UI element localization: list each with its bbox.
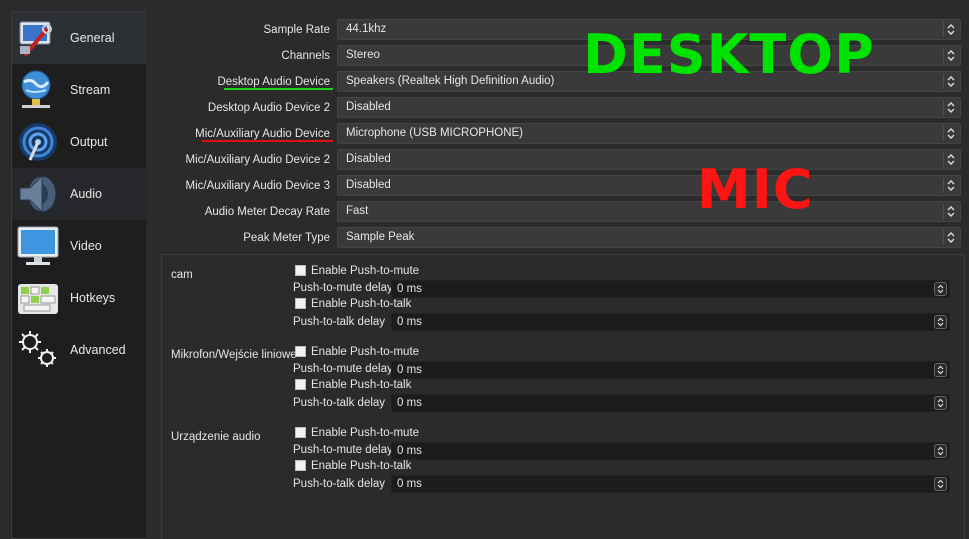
push-to-mute-label: Enable Push-to-mute <box>311 427 420 439</box>
gears-icon <box>16 328 60 372</box>
mic-auxiliary-device-3-label: Mic/Auxiliary Audio Device 3 <box>185 180 330 192</box>
select-value: Disabled <box>346 101 391 113</box>
globe-network-icon <box>16 68 60 112</box>
select-value: Fast <box>346 205 369 217</box>
spin-value: 0 ms <box>397 316 422 328</box>
mic-underline <box>202 140 333 142</box>
push-to-mute-delay-spinbox[interactable]: 0 ms <box>391 442 950 460</box>
spin-arrows-icon[interactable] <box>934 282 947 296</box>
push-to-mute-delay-label: Push-to-mute delay <box>293 444 393 456</box>
push-to-mute-checkbox[interactable] <box>295 265 306 276</box>
push-to-talk-delay-spinbox[interactable]: 0 ms <box>391 475 950 493</box>
updown-arrows-icon <box>943 22 957 37</box>
spin-value: 0 ms <box>397 478 422 490</box>
push-to-talk-label: Enable Push-to-talk <box>311 379 412 391</box>
sidebar-item-label: Stream <box>70 83 111 97</box>
general-settings-icon <box>16 16 60 60</box>
mic-auxiliary-device-2-select[interactable]: Disabled <box>337 149 961 170</box>
updown-arrows-icon <box>943 204 957 219</box>
push-to-mute-checkbox[interactable] <box>295 427 306 438</box>
spin-value: 0 ms <box>397 283 422 295</box>
mic-annotation: MIC <box>697 158 814 221</box>
desktop-underline <box>224 88 333 90</box>
push-to-talk-checkbox[interactable] <box>295 379 306 390</box>
select-value: Speakers (Realtek High Definition Audio) <box>346 75 555 87</box>
peak-meter-type-label: Peak Meter Type <box>243 232 330 244</box>
push-to-talk-delay-label: Push-to-talk delay <box>293 478 386 490</box>
source-name: Urządzenie audio <box>171 431 261 443</box>
sidebar-item-output[interactable]: Output <box>12 116 146 168</box>
push-to-talk-delay-label: Push-to-talk delay <box>293 397 386 409</box>
spin-arrows-icon[interactable] <box>934 396 947 410</box>
audio-meter-decay-rate-label: Audio Meter Decay Rate <box>204 206 330 218</box>
source-name: Mikrofon/Wejście liniowe <box>171 349 297 361</box>
keyboard-icon <box>16 276 60 320</box>
push-to-mute-delay-spinbox[interactable]: 0 ms <box>391 280 950 298</box>
channels-label: Channels <box>281 50 330 62</box>
select-value: Disabled <box>346 179 391 191</box>
desktop-audio-device-2-select[interactable]: Disabled <box>337 97 961 118</box>
select-value: 44.1khz <box>346 23 387 35</box>
sidebar-item-advanced[interactable]: Advanced <box>12 324 146 376</box>
mic-auxiliary-device-label: Mic/Auxiliary Audio Device <box>195 128 330 140</box>
push-to-mute-delay-label: Push-to-mute delay <box>293 282 393 294</box>
sidebar-item-label: Video <box>70 239 102 253</box>
push-to-mute-checkbox[interactable] <box>295 346 306 357</box>
broadcast-antenna-icon <box>16 120 60 164</box>
spin-arrows-icon[interactable] <box>934 363 947 377</box>
spin-value: 0 ms <box>397 397 422 409</box>
sidebar-item-hotkeys[interactable]: Hotkeys <box>12 272 146 324</box>
settings-sidebar: General Stream Output Audio Video Hotkey… <box>11 11 146 539</box>
speaker-icon <box>16 172 60 216</box>
push-to-talk-delay-spinbox[interactable]: 0 ms <box>391 313 950 331</box>
audio-meter-decay-rate-select[interactable]: Fast <box>337 201 961 222</box>
push-to-talk-delay-spinbox[interactable]: 0 ms <box>391 394 950 412</box>
sidebar-item-video[interactable]: Video <box>12 220 146 272</box>
spin-value: 0 ms <box>397 445 422 457</box>
sidebar-item-general[interactable]: General <box>12 12 146 64</box>
push-to-talk-checkbox[interactable] <box>295 460 306 471</box>
select-value: Stereo <box>346 49 380 61</box>
updown-arrows-icon <box>943 152 957 167</box>
updown-arrows-icon <box>943 74 957 89</box>
sample-rate-label: Sample Rate <box>263 24 330 36</box>
spin-arrows-icon[interactable] <box>934 444 947 458</box>
select-value: Disabled <box>346 153 391 165</box>
push-to-mute-label: Enable Push-to-mute <box>311 346 420 358</box>
spin-value: 0 ms <box>397 364 422 376</box>
push-to-talk-checkbox[interactable] <box>295 298 306 309</box>
updown-arrows-icon <box>943 230 957 245</box>
push-to-mute-label: Enable Push-to-mute <box>311 265 420 277</box>
select-value: Microphone (USB MICROPHONE) <box>346 127 524 139</box>
mic-auxiliary-device-select[interactable]: Microphone (USB MICROPHONE) <box>337 123 961 144</box>
spin-arrows-icon[interactable] <box>934 315 947 329</box>
mic-auxiliary-device-2-label: Mic/Auxiliary Audio Device 2 <box>185 154 330 166</box>
updown-arrows-icon <box>943 178 957 193</box>
push-to-talk-label: Enable Push-to-talk <box>311 298 412 310</box>
sidebar-item-label: Output <box>70 135 108 149</box>
spin-arrows-icon[interactable] <box>934 477 947 491</box>
sidebar-item-label: Audio <box>70 187 102 201</box>
sidebar-item-label: Hotkeys <box>70 291 116 305</box>
sidebar-item-stream[interactable]: Stream <box>12 64 146 116</box>
updown-arrows-icon <box>943 48 957 63</box>
sidebar-item-audio[interactable]: Audio <box>12 168 146 220</box>
desktop-audio-device-2-label: Desktop Audio Device 2 <box>207 102 330 114</box>
updown-arrows-icon <box>943 126 957 141</box>
source-name: cam <box>171 269 193 281</box>
sidebar-item-label: Advanced <box>70 343 126 357</box>
push-to-talk-delay-label: Push-to-talk delay <box>293 316 386 328</box>
peak-meter-type-select[interactable]: Sample Peak <box>337 227 961 248</box>
desktop-audio-device-label: Desktop Audio Device <box>217 76 330 88</box>
select-value: Sample Peak <box>346 231 415 243</box>
sidebar-item-label: General <box>70 31 115 45</box>
monitor-icon <box>16 224 60 268</box>
push-to-mute-delay-spinbox[interactable]: 0 ms <box>391 361 950 379</box>
updown-arrows-icon <box>943 100 957 115</box>
mic-auxiliary-device-3-select[interactable]: Disabled <box>337 175 961 196</box>
desktop-annotation: DESKTOP <box>583 23 875 86</box>
push-to-talk-label: Enable Push-to-talk <box>311 460 412 472</box>
push-to-mute-delay-label: Push-to-mute delay <box>293 363 393 375</box>
